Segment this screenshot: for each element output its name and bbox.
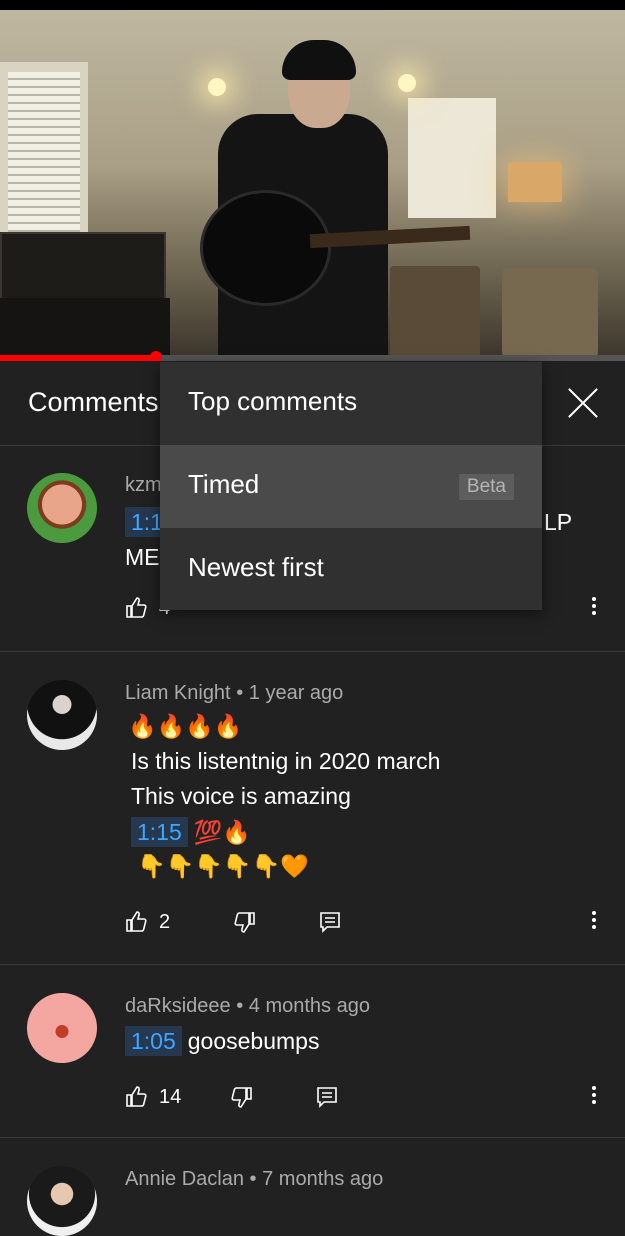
more-options-icon[interactable] [585,908,603,936]
comment-timestamp-line: 1:15 💯🔥 [131,814,251,850]
comments-title[interactable]: Comments [28,387,159,418]
dislike-button[interactable] [229,1085,253,1109]
video-armchair [502,268,598,356]
comment-age: 7 months ago [262,1168,384,1190]
reply-icon [317,1087,338,1108]
comment-author[interactable]: daRksideee [125,995,231,1017]
video-wall-lamp [398,74,416,92]
reply-button[interactable] [318,910,342,934]
sort-option-top-comments[interactable]: Top comments [160,362,542,445]
comment-age: 1 year ago [248,682,344,704]
comment-actions: 14 [125,1085,379,1109]
reply-button[interactable] [315,1085,339,1109]
separator-dot: • [249,1168,257,1190]
like-button[interactable]: 2 [125,910,170,934]
video-wall-notes [408,98,496,218]
sort-option-timed[interactable]: Timed Beta [160,445,542,528]
like-icon [126,597,147,618]
separator-dot: • [236,682,244,704]
comment-age: 4 months ago [248,995,370,1017]
comment-header-line: daRksideee • 4 months ago [125,995,370,1018]
avatar[interactable] [27,1166,97,1236]
comment-header-line: Annie Daclan • 7 months ago [125,1168,383,1191]
like-count: 2 [159,910,171,933]
video-wall-lamp [208,78,226,96]
comment-timestamp-link[interactable]: 1:15 [131,817,188,847]
video-singer-hair [282,40,356,80]
like-icon [126,1086,147,1107]
video-amplifier [0,232,166,306]
separator-dot: • [236,995,244,1017]
sort-comments-menu: Top comments Timed Beta Newest first [160,362,542,610]
avatar[interactable] [27,473,97,543]
comment-body: goosebumps [187,1028,320,1054]
like-count: 14 [159,1085,182,1108]
video-window-blinds [0,62,88,242]
comment-timestamp-link[interactable]: 1:05 [125,1026,182,1056]
sort-option-newest-first[interactable]: Newest first [160,528,542,611]
comment-item: Liam Knight • 1 year ago 🔥🔥🔥🔥 Is this li… [0,652,625,965]
comment-actions: 2 [125,910,382,934]
comment-header-line: Liam Knight • 1 year ago [125,682,343,705]
sort-option-label: Newest first [188,552,324,582]
reply-icon [320,912,340,933]
more-options-icon[interactable] [585,1083,603,1111]
comment-author[interactable]: kzm [125,474,162,497]
sort-option-label: Timed [188,469,260,499]
comment-text-fragment: LP [544,509,573,535]
comment-text: 1:05 goosebumps [125,1023,319,1059]
like-button[interactable]: 14 [125,1085,181,1109]
close-icon[interactable] [566,386,600,420]
sort-option-label: Top comments [188,386,358,416]
comment-author[interactable]: Annie Daclan [125,1168,244,1190]
more-options-icon[interactable] [585,594,603,622]
dislike-button[interactable] [232,910,256,934]
dislike-icon [231,1087,253,1108]
video-floor-lamp [508,162,562,202]
status-bar [0,0,625,10]
like-icon [126,911,147,932]
comment-text-line: ME [125,544,160,570]
beta-badge: Beta [458,474,514,500]
comment-item: daRksideee • 4 months ago 1:05 goosebumps… [0,965,625,1138]
video-player[interactable] [0,10,625,356]
video-chair [390,266,480,356]
dislike-icon [234,912,255,933]
comment-emoji-line: 🔥🔥🔥🔥 [128,713,243,739]
comment-item: Annie Daclan • 7 months ago [0,1138,625,1236]
comment-text-line: This voice is amazing [131,783,351,809]
comment-emoji-suffix: 💯🔥 [193,819,252,845]
avatar[interactable] [27,680,97,750]
comment-text-line: Is this listentnig in 2020 march [131,748,441,774]
avatar[interactable] [27,993,97,1063]
comment-author[interactable]: Liam Knight [125,682,231,704]
comment-emoji-line: 👇👇👇👇👇🧡 [137,853,309,879]
video-amplifier-cabinet [0,298,170,356]
